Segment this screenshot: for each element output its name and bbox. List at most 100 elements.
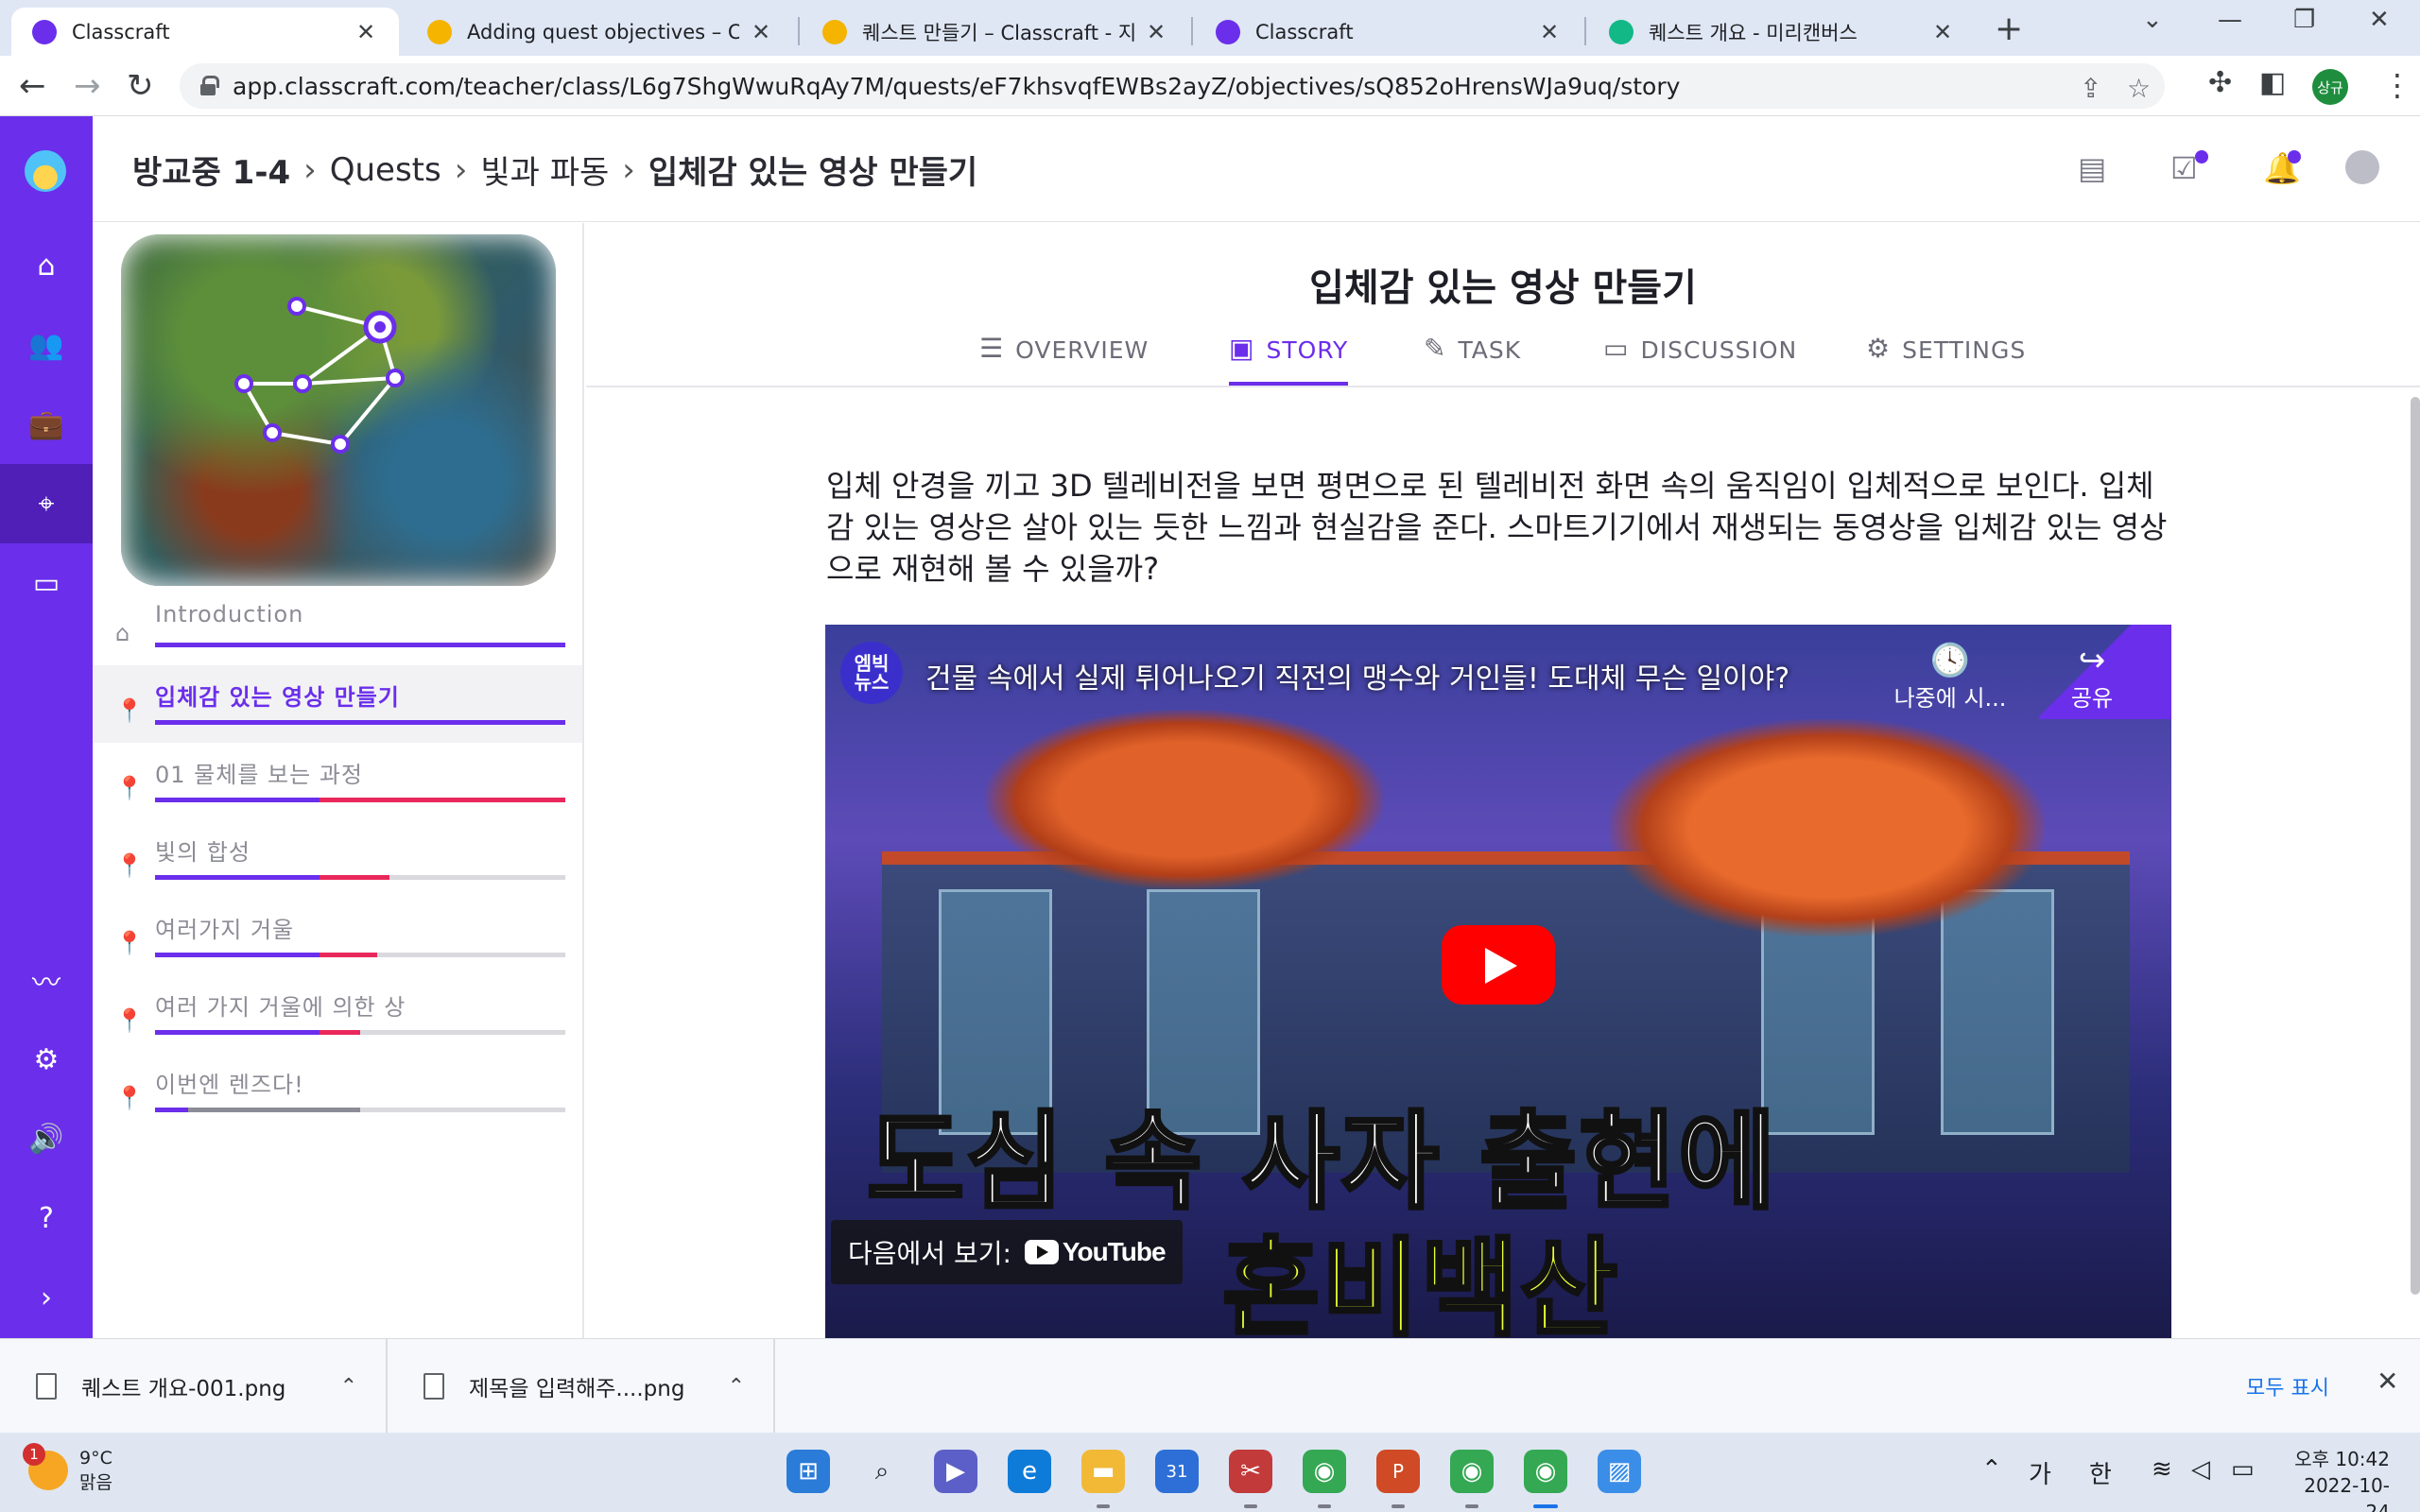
- start-menu-icon[interactable]: ⊞: [786, 1450, 830, 1493]
- gear-icon: ⚙: [1866, 333, 1892, 364]
- lock-icon[interactable]: [200, 76, 219, 95]
- calendar-icon[interactable]: 31: [1155, 1450, 1199, 1493]
- expand-sidebar-icon[interactable]: ›: [0, 1258, 93, 1337]
- briefcase-icon[interactable]: 💼: [0, 385, 93, 464]
- objective-item[interactable]: 📍 여러 가지 거울에 의한 상: [93, 975, 582, 1053]
- chevron-up-icon[interactable]: ⌃: [1981, 1455, 2002, 1484]
- chat-app-icon[interactable]: ▶: [934, 1450, 977, 1493]
- tab-discussion[interactable]: ▭ DISCUSSION: [1603, 333, 1797, 386]
- address-bar[interactable]: app.classcraft.com/teacher/class/L6g7Shg…: [180, 63, 2165, 109]
- close-window-icon[interactable]: ✕: [2369, 6, 2390, 34]
- user-avatar[interactable]: [2345, 150, 2379, 184]
- objective-item[interactable]: 📍 빛의 합성: [93, 820, 582, 898]
- search-icon[interactable]: ⌕: [860, 1450, 904, 1493]
- users-icon[interactable]: 👥: [0, 305, 93, 385]
- tab-task[interactable]: ✎ TASK: [1424, 333, 1522, 386]
- close-tab-icon[interactable]: ✕: [1537, 19, 1562, 45]
- weather-widget[interactable]: 1 9°C 맑음: [23, 1443, 112, 1495]
- play-button[interactable]: [1442, 925, 1555, 1005]
- show-all-downloads-link[interactable]: 모두 표시: [2246, 1371, 2329, 1401]
- share-button[interactable]: ↪ 공유: [2035, 642, 2149, 713]
- snipping-tool-icon[interactable]: ✂: [1229, 1450, 1272, 1493]
- objective-item[interactable]: 📍 여러가지 거울: [93, 898, 582, 975]
- ime-language-indicator[interactable]: 한: [2089, 1455, 2112, 1490]
- newspaper-icon[interactable]: ▤: [2078, 150, 2106, 186]
- settings-icon[interactable]: ⚙: [0, 1020, 93, 1099]
- system-clock[interactable]: 오후 10:42 2022-10-24: [2286, 1446, 2390, 1512]
- chevron-up-icon[interactable]: ⌃: [728, 1375, 745, 1399]
- browser-tab-3[interactable]: 퀘스트 만들기 – Classcraft - 지식 ✕: [802, 8, 1189, 56]
- share-page-icon[interactable]: ⇪: [2080, 73, 2101, 104]
- bookmark-star-icon[interactable]: ☆: [2127, 73, 2151, 104]
- chrome-active-icon[interactable]: ◉: [1524, 1450, 1567, 1493]
- youtube-video-embed[interactable]: 엠빅 뉴스 건물 속에서 실제 튀어나오기 직전의 맹수와 거인들! 도대체 무…: [825, 625, 2171, 1339]
- url-text: app.classcraft.com/teacher/class/L6g7Shg…: [233, 72, 1681, 100]
- browser-tab-2[interactable]: Adding quest objectives – Classcraft ✕: [406, 8, 794, 56]
- tab-story[interactable]: ▣ STORY: [1229, 333, 1349, 386]
- close-downloads-icon[interactable]: ✕: [2377, 1366, 2398, 1397]
- ime-mode-indicator[interactable]: 가: [2029, 1455, 2051, 1490]
- tab-settings[interactable]: ⚙ SETTINGS: [1866, 333, 2026, 386]
- forward-icon[interactable]: →: [74, 67, 101, 105]
- breadcrumb-quests[interactable]: Quests: [330, 151, 441, 189]
- browser-tab-1[interactable]: Classcraft ✕: [11, 8, 399, 56]
- objective-item[interactable]: 📍 이번엔 렌즈다!: [93, 1053, 582, 1130]
- active-window-indicator: [1533, 1504, 1558, 1508]
- objective-item-introduction[interactable]: ⌂ Introduction: [93, 588, 582, 665]
- extensions-icon[interactable]: ✣: [2208, 66, 2232, 99]
- chrome-icon[interactable]: ◉: [1303, 1450, 1346, 1493]
- volume-icon[interactable]: 🔊: [0, 1099, 93, 1178]
- close-tab-icon[interactable]: ✕: [354, 19, 378, 45]
- new-tab-icon[interactable]: +: [1995, 9, 2023, 48]
- map-pin-icon: 📍: [115, 1085, 144, 1111]
- reload-icon[interactable]: ↻: [127, 67, 154, 105]
- powerpoint-icon[interactable]: P: [1376, 1450, 1420, 1493]
- file-icon: [36, 1373, 57, 1400]
- browser-tab-4[interactable]: Classcraft ✕: [1195, 8, 1582, 56]
- restore-icon[interactable]: ❐: [2293, 6, 2315, 34]
- tab-overview[interactable]: ☰ OVERVIEW: [979, 333, 1149, 386]
- edge-icon[interactable]: e: [1008, 1450, 1051, 1493]
- download-item[interactable]: 제목을 입력해주....png ⌃: [388, 1339, 775, 1434]
- side-panel-icon[interactable]: ◧: [2259, 66, 2286, 99]
- objective-item-active[interactable]: 📍 입체감 있는 영상 만들기: [93, 665, 582, 743]
- close-tab-icon[interactable]: ✕: [1144, 19, 1168, 45]
- back-icon[interactable]: ←: [19, 67, 46, 105]
- quests-map-pin-icon[interactable]: ⌖: [0, 464, 93, 543]
- battery-icon[interactable]: ▭: [2231, 1455, 2255, 1484]
- breadcrumb-quest[interactable]: 빛과 파동: [480, 146, 609, 193]
- photos-icon[interactable]: ▨: [1598, 1450, 1641, 1493]
- help-icon[interactable]: ?: [0, 1178, 93, 1258]
- objective-item[interactable]: 📍 01 물체를 보는 과정: [93, 743, 582, 820]
- quest-map-image[interactable]: [121, 234, 556, 586]
- video-title[interactable]: 건물 속에서 실제 튀어나오기 직전의 맹수와 거인들! 도대체 무슨 일이야?: [925, 655, 1789, 696]
- channel-avatar[interactable]: 엠빅 뉴스: [840, 642, 903, 704]
- speaker-icon[interactable]: ◁: [2191, 1455, 2210, 1484]
- chevron-up-icon[interactable]: ⌃: [340, 1375, 357, 1399]
- watch-later-button[interactable]: 🕓 나중에 시...: [1893, 642, 2007, 713]
- profile-avatar[interactable]: 상규: [2312, 69, 2348, 105]
- download-item[interactable]: 퀘스트 개요-001.png ⌃: [0, 1339, 388, 1434]
- browser-menu-icon[interactable]: ⋮: [2382, 67, 2412, 103]
- chrome-icon[interactable]: ◉: [1450, 1450, 1494, 1493]
- home-icon[interactable]: ⌂: [0, 226, 93, 305]
- content-scrollbar[interactable]: [2411, 397, 2420, 1295]
- checklist-icon[interactable]: ☑: [2170, 150, 2198, 186]
- close-tab-icon[interactable]: ✕: [749, 19, 773, 45]
- wifi-icon[interactable]: ≋: [2152, 1455, 2172, 1484]
- chat-icon[interactable]: ▭: [0, 543, 93, 623]
- objective-label: 01 물체를 보는 과정: [155, 762, 363, 788]
- browser-tab-5[interactable]: 퀘스트 개요 - 미리캔버스 ✕: [1588, 8, 1976, 56]
- help-center-favicon-icon: [822, 19, 847, 44]
- objective-progress-bar: [155, 798, 565, 802]
- breadcrumb-class[interactable]: 방교중 1-4: [132, 146, 290, 193]
- classcraft-logo[interactable]: [25, 150, 66, 192]
- minimize-icon[interactable]: —: [2218, 6, 2242, 34]
- close-tab-icon[interactable]: ✕: [1930, 19, 1955, 45]
- download-filename: 제목을 입력해주....png: [469, 1377, 685, 1401]
- file-explorer-icon[interactable]: ▬: [1081, 1450, 1125, 1493]
- analytics-icon[interactable]: 〰: [0, 940, 93, 1020]
- watch-on-youtube-button[interactable]: 다음에서 보기: YouTube: [831, 1220, 1183, 1284]
- tab-label: TASK: [1458, 336, 1522, 364]
- tab-search-icon[interactable]: ⌄: [2142, 6, 2163, 34]
